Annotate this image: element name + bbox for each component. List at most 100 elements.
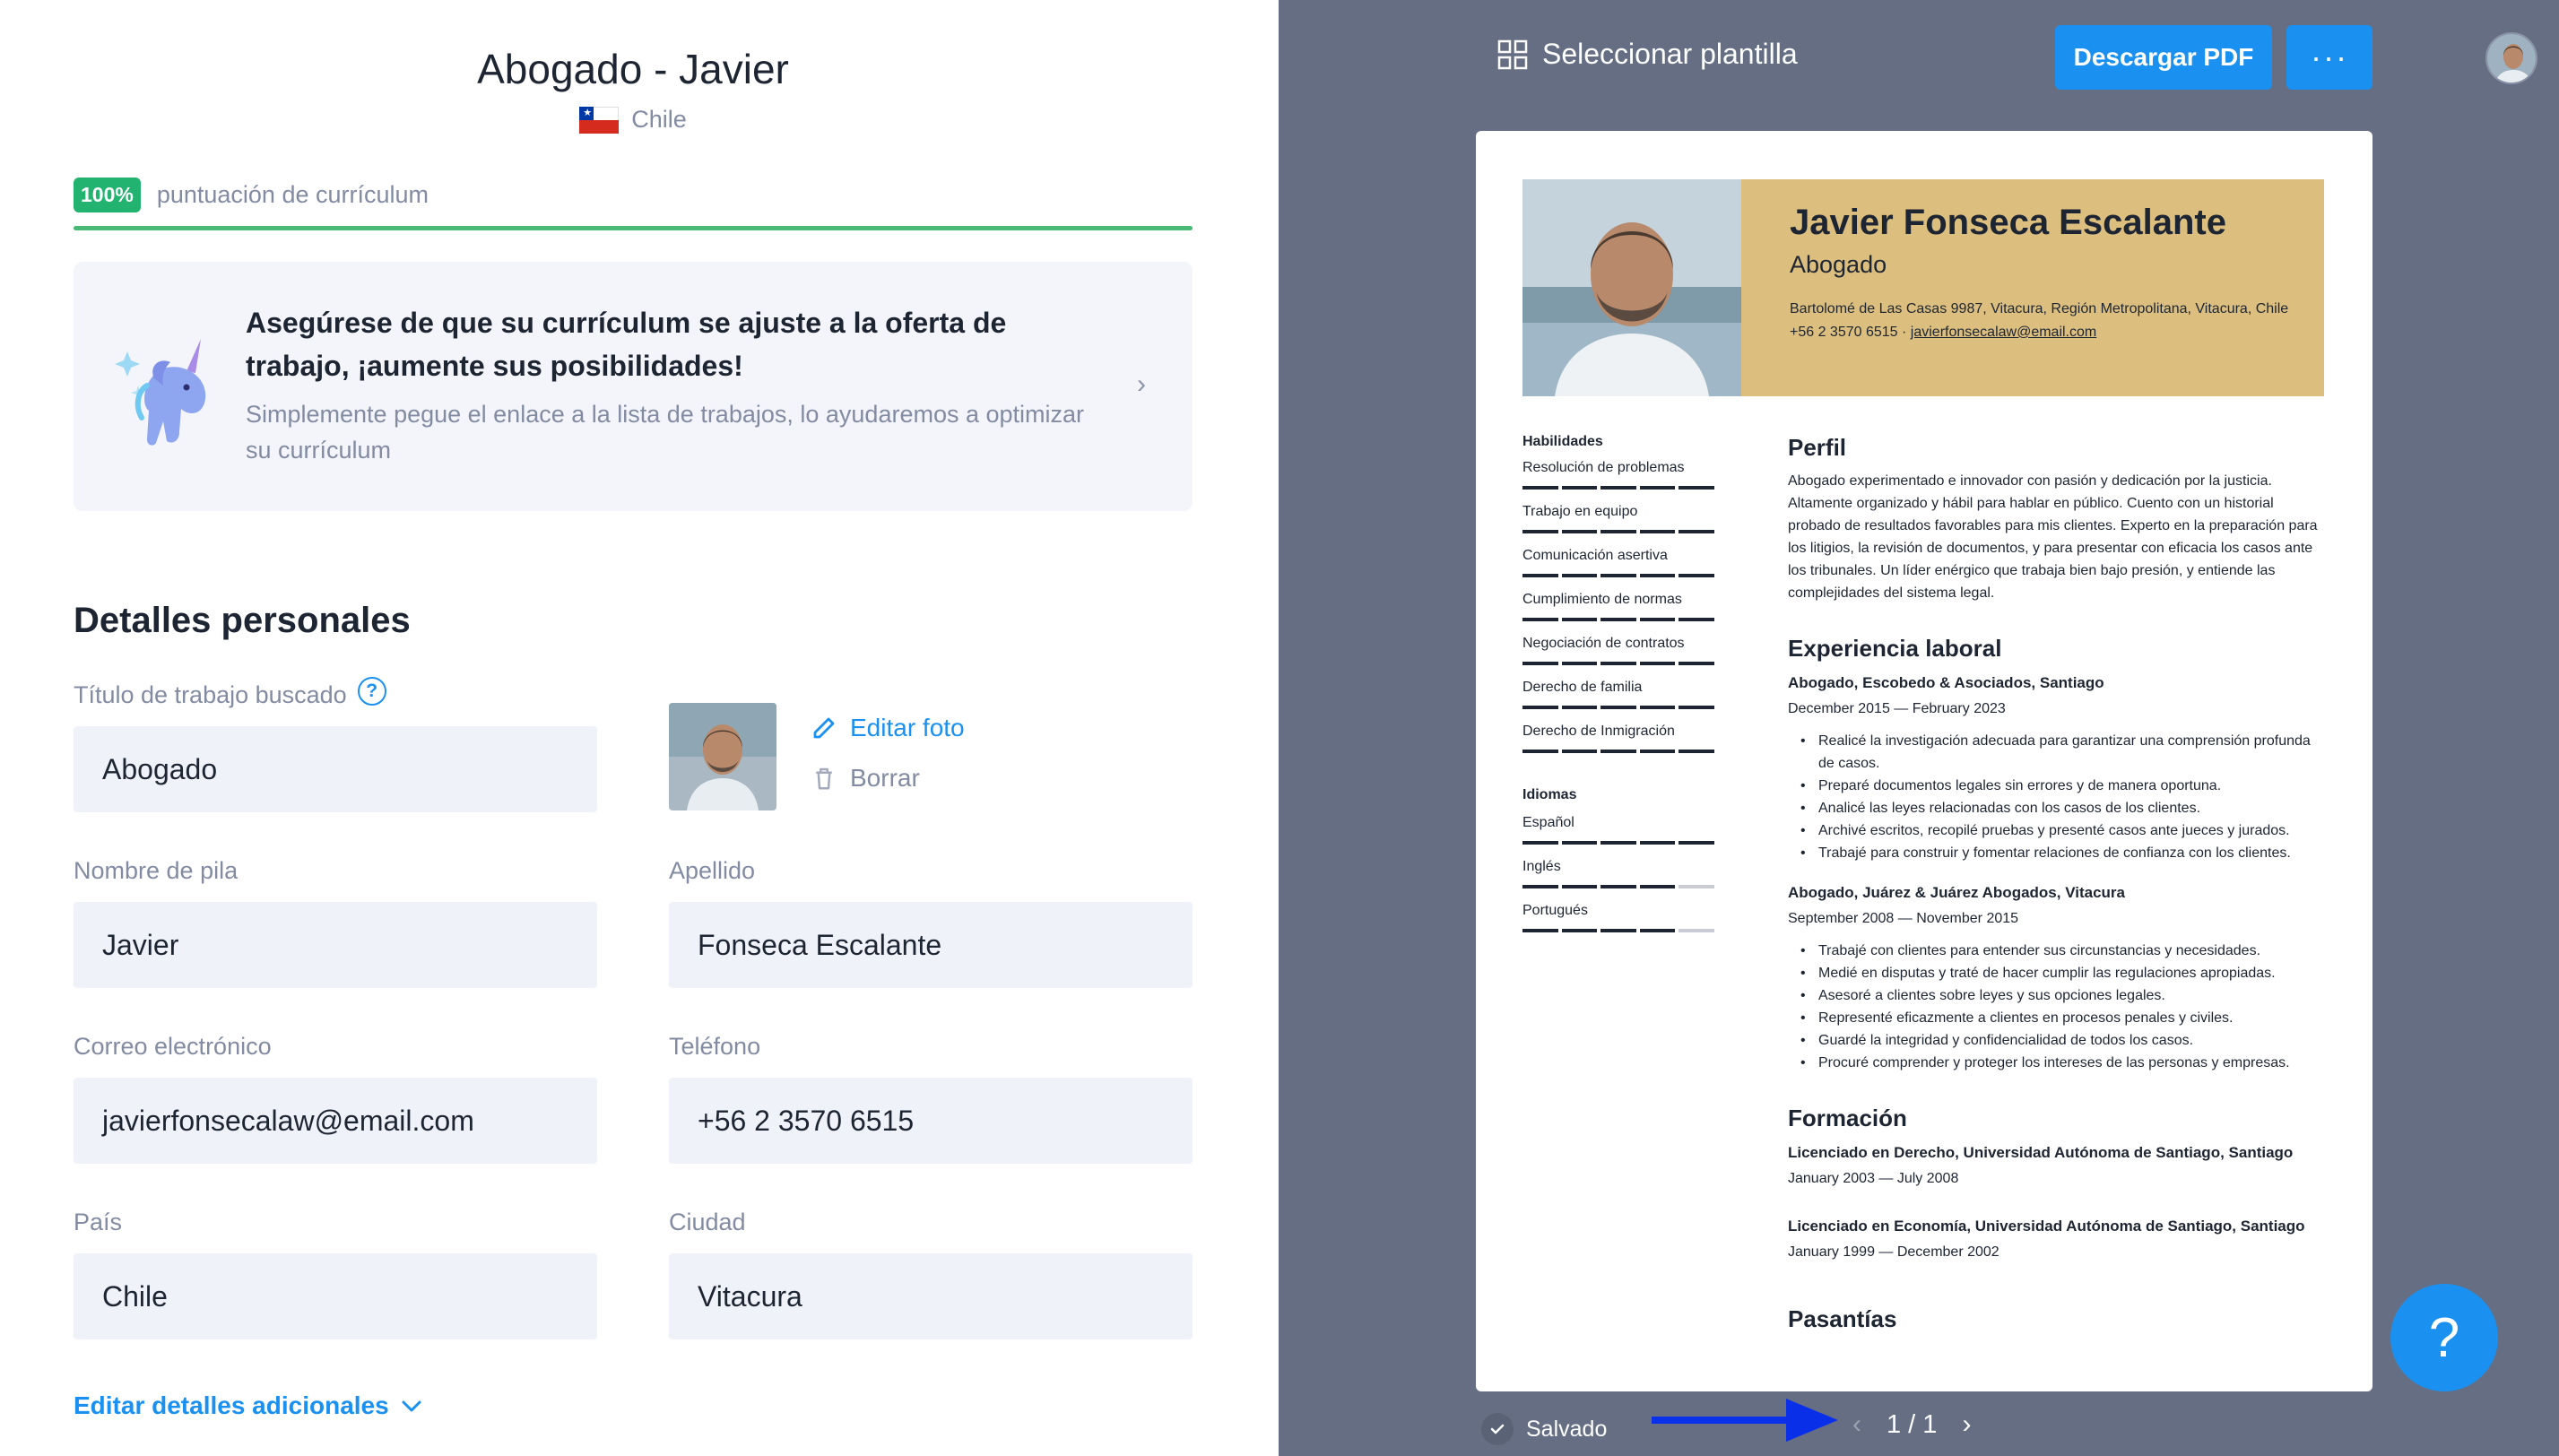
more-options-button[interactable]: ···: [2286, 25, 2372, 90]
tip-body: Simplemente pegue el enlace a la lista d…: [246, 401, 1085, 464]
resume-contact: Bartolomé de Las Casas 9987, Vitacura, R…: [1790, 298, 2292, 344]
resume-header: Javier Fonseca Escalante Abogado Bartolo…: [1741, 179, 2324, 396]
score-progress-bar: [74, 226, 1193, 230]
delete-photo-button[interactable]: Borrar: [811, 764, 920, 793]
pencil-icon: [813, 717, 835, 739]
phone-field[interactable]: +56 2 3570 6515: [669, 1078, 1193, 1164]
check-icon: [1481, 1413, 1514, 1445]
chevron-down-icon: [402, 1400, 421, 1412]
email-field[interactable]: javierfonsecalaw@email.com: [74, 1078, 597, 1164]
resume-skill-item: Resolución de problemas: [1522, 459, 1714, 490]
resume-profile-text: Abogado experimentado e innovador con pa…: [1788, 473, 2318, 601]
resume-skill-level-segment: [1600, 574, 1636, 577]
resume-skill-level-segment: [1522, 750, 1558, 753]
resume-skill-level-segment: [1639, 929, 1676, 932]
chevron-right-icon[interactable]: ›: [1137, 369, 1146, 400]
resume-skill-level-bar: [1522, 486, 1714, 490]
resume-skill-level-segment: [1679, 885, 1714, 888]
section-title-personal-details: Detalles personales: [74, 601, 411, 640]
score-label: puntuación de currículum: [156, 181, 429, 208]
saved-label: Salvado: [1526, 1416, 1608, 1442]
tip-title: Asegúrese de que su currículum se ajuste…: [246, 307, 1007, 382]
resume-skill-level-segment: [1639, 885, 1676, 888]
phone-label: Teléfono: [669, 1033, 761, 1060]
resume-separator: ·: [1902, 325, 1907, 340]
resume-skill-level-segment: [1639, 486, 1676, 490]
resume-skill-level-segment: [1679, 530, 1714, 533]
resume-skill-level-segment: [1639, 750, 1676, 753]
edit-additional-details-label: Editar detalles adicionales: [74, 1391, 389, 1419]
resume-skill-item: Portugués: [1522, 902, 1714, 932]
edit-photo-button[interactable]: Editar foto: [811, 714, 965, 742]
chevron-right-icon[interactable]: ›: [1962, 1409, 1971, 1440]
help-question-icon[interactable]: ?: [357, 676, 386, 706]
resume-preview-page: Javier Fonseca Escalante Abogado Bartolo…: [1476, 131, 2372, 1391]
document-country-label: Chile: [631, 106, 687, 133]
resume-skill-name: Resolución de problemas: [1522, 460, 1685, 475]
grid-icon: [1497, 39, 1528, 69]
resume-skill-level-segment: [1522, 885, 1558, 888]
edit-photo-label: Editar foto: [850, 714, 965, 741]
resume-skill-item: Derecho de Inmigración: [1522, 723, 1714, 753]
arrow-right-icon: [1652, 1399, 1838, 1442]
score-progress-fill: [74, 226, 1193, 230]
resume-bullet: Analicé las leyes relacionadas con los c…: [1800, 797, 2329, 819]
resume-skill-level-bar: [1522, 929, 1714, 932]
city-field[interactable]: Vitacura: [669, 1253, 1193, 1339]
first-name-input[interactable]: Javier: [74, 902, 597, 988]
resume-skill-level-segment: [1600, 706, 1636, 709]
first-name-label: Nombre de pila: [74, 857, 239, 884]
chevron-left-icon[interactable]: ‹: [1852, 1409, 1861, 1440]
resume-education-heading: Formación: [1788, 1105, 1907, 1131]
resume-skill-level-bar: [1522, 530, 1714, 533]
last-name-input[interactable]: Fonseca Escalante: [669, 902, 1193, 988]
resume-bullet: Trabajé con clientes para entender sus c…: [1800, 940, 2329, 962]
country-field[interactable]: Chile: [74, 1253, 597, 1339]
profile-photo-thumbnail[interactable]: [669, 703, 776, 810]
resume-skill-level-segment: [1639, 530, 1676, 533]
resume-skill-level-segment: [1679, 662, 1714, 665]
resume-skill-level-segment: [1561, 486, 1598, 490]
resume-skill-name: Negociación de contratos: [1522, 636, 1685, 651]
resume-skill-level-segment: [1679, 750, 1714, 753]
help-button[interactable]: ?: [2390, 1284, 2498, 1391]
resume-education-title: Licenciado en Economía, Universidad Autó…: [1788, 1218, 2305, 1235]
unicorn-icon: [115, 339, 206, 446]
user-avatar[interactable]: [2485, 32, 2537, 84]
resume-skill-item: Español: [1522, 814, 1714, 845]
resume-skill-level-segment: [1679, 574, 1714, 577]
resume-skill-level-segment: [1522, 662, 1558, 665]
resume-internships-heading: Pasantías: [1788, 1305, 1897, 1332]
resume-job-entry-dates: September 2008 — November 2015: [1788, 911, 2019, 926]
resume-skill-level-segment: [1639, 662, 1676, 665]
resume-bullet: Trabajé para construir y fomentar relaci…: [1800, 842, 2329, 864]
trash-icon: [816, 767, 832, 790]
resume-skill-level-segment: [1522, 486, 1558, 490]
document-title[interactable]: Abogado - Javier: [0, 45, 1266, 93]
resume-phone-email: +56 2 3570 6515 · javierfonsecalaw@email…: [1790, 321, 2292, 344]
resume-skill-level-segment: [1522, 929, 1558, 932]
resume-skill-level-segment: [1561, 929, 1598, 932]
resume-skill-level-segment: [1639, 574, 1676, 577]
select-template-button[interactable]: Seleccionar plantilla: [1497, 38, 1798, 71]
score-badge: 100%: [74, 178, 141, 212]
job-title-input[interactable]: Abogado: [74, 726, 597, 812]
delete-photo-label: Borrar: [850, 764, 920, 792]
resume-skill-level-bar: [1522, 750, 1714, 753]
resume-skill-level-segment: [1600, 929, 1636, 932]
resume-skill-level-bar: [1522, 841, 1714, 845]
download-pdf-button[interactable]: Descargar PDF: [2055, 25, 2272, 90]
resume-skill-item: Derecho de familia: [1522, 679, 1714, 709]
job-match-tip-card[interactable]: Asegúrese de que su currículum se ajuste…: [74, 262, 1193, 511]
editor-panel: Abogado - Javier ★ Chile 100% puntuación…: [0, 0, 1279, 1456]
resume-bullet: Asesoré a clientes sobre leyes y sus opc…: [1800, 984, 2329, 1007]
resume-skill-name: Trabajo en equipo: [1522, 504, 1638, 519]
edit-additional-details-button[interactable]: Editar detalles adicionales: [74, 1391, 423, 1420]
resume-skill-name: Cumplimiento de normas: [1522, 592, 1682, 607]
document-country[interactable]: ★ Chile: [0, 106, 1266, 134]
resume-name: Javier Fonseca Escalante: [1790, 203, 2226, 242]
page-pagination: ‹ 1 / 1 ›: [1852, 1409, 1971, 1440]
page-indicator: 1 / 1: [1887, 1409, 1938, 1439]
resume-skill-level-segment: [1639, 841, 1676, 845]
resume-job-title: Abogado: [1790, 251, 1887, 278]
